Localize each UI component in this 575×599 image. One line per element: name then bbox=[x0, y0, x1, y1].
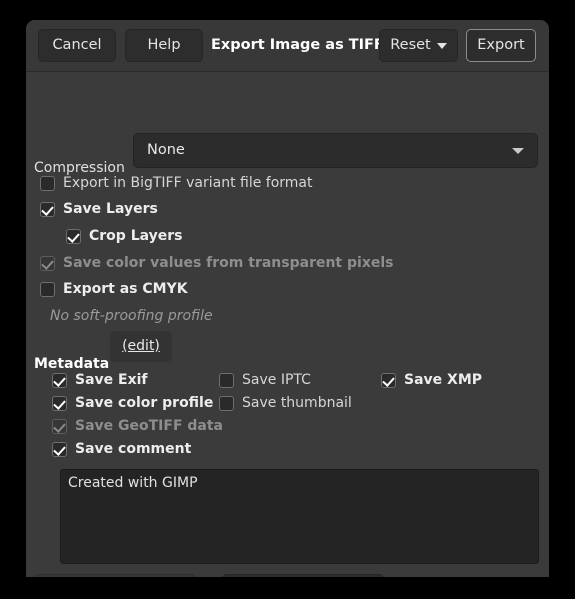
checkbox-label: Save Layers bbox=[63, 201, 158, 217]
export-image-dialog: Cancel Help Export Image as TIFF Reset E… bbox=[26, 20, 549, 577]
soft-proofing-hint: No soft-proofing profile bbox=[50, 308, 213, 324]
checkbox-box bbox=[40, 175, 55, 191]
checkbox-save-comment[interactable]: Save comment bbox=[52, 441, 191, 457]
checkbox-box bbox=[52, 372, 67, 388]
checkbox-label: Save color values from transparent pixel… bbox=[63, 255, 394, 271]
compression-select[interactable]: None bbox=[133, 133, 538, 168]
checkbox-box bbox=[219, 395, 234, 411]
checkbox-save-xmp[interactable]: Save XMP bbox=[381, 372, 482, 388]
checkbox-save-exif[interactable]: Save Exif bbox=[52, 372, 148, 388]
chevron-down-icon bbox=[436, 42, 447, 49]
metadata-edit-button[interactable]: (edit) bbox=[110, 331, 172, 362]
checkbox-label: Save color profile bbox=[75, 395, 214, 411]
checkbox-save-iptc[interactable]: Save IPTC bbox=[219, 372, 311, 388]
checkbox-label: Export in BigTIFF variant file format bbox=[63, 175, 313, 191]
comment-textarea[interactable]: Created with GIMP bbox=[60, 469, 539, 564]
reset-label: Reset bbox=[390, 37, 431, 53]
checkbox-label: Export as CMYK bbox=[63, 281, 188, 297]
checkbox-save-thumbnail[interactable]: Save thumbnail bbox=[219, 395, 352, 411]
comment-text: Created with GIMP bbox=[68, 475, 198, 491]
checkbox-export-bigtiff[interactable]: Export in BigTIFF variant file format bbox=[40, 175, 313, 191]
export-button[interactable]: Export bbox=[466, 29, 536, 62]
chevron-down-icon bbox=[512, 148, 524, 154]
checkbox-box bbox=[40, 255, 55, 271]
checkbox-box bbox=[40, 201, 55, 217]
dialog-header-bar: Cancel Help Export Image as TIFF Reset E… bbox=[26, 20, 549, 72]
checkbox-save-layers[interactable]: Save Layers bbox=[40, 201, 158, 217]
dialog-body: Compression None Export in BigTIFF varia… bbox=[26, 72, 549, 577]
checkbox-save-transparent-color-values: Save color values from transparent pixel… bbox=[40, 255, 393, 271]
checkbox-box bbox=[66, 228, 81, 244]
checkbox-label: Save XMP bbox=[404, 372, 483, 388]
checkbox-save-color-profile[interactable]: Save color profile bbox=[52, 395, 213, 411]
compression-value: None bbox=[147, 142, 185, 158]
save-settings-button[interactable]: Save Settings bbox=[222, 574, 384, 577]
cancel-button[interactable]: Cancel bbox=[38, 29, 116, 62]
load-saved-settings-button: Load Saved Settings bbox=[34, 574, 196, 577]
checkbox-label: Save GeoTIFF data bbox=[75, 418, 223, 434]
checkbox-save-geotiff-data: Save GeoTIFF data bbox=[52, 418, 223, 434]
checkbox-box bbox=[219, 372, 234, 388]
reset-dropdown-button[interactable]: Reset bbox=[379, 29, 458, 62]
checkbox-crop-layers[interactable]: Crop Layers bbox=[66, 228, 183, 244]
checkbox-label: Save Exif bbox=[75, 372, 148, 388]
help-button[interactable]: Help bbox=[125, 29, 203, 62]
checkbox-box bbox=[52, 395, 67, 411]
checkbox-box bbox=[381, 372, 396, 388]
checkbox-label: Save IPTC bbox=[242, 372, 311, 388]
dialog-title: Export Image as TIFF bbox=[211, 37, 384, 53]
checkbox-box bbox=[52, 441, 67, 457]
checkbox-label: Save comment bbox=[75, 441, 192, 457]
checkbox-label: Crop Layers bbox=[89, 228, 183, 244]
compression-label: Compression bbox=[34, 160, 125, 176]
checkbox-box bbox=[52, 418, 67, 434]
checkbox-export-as-cmyk[interactable]: Export as CMYK bbox=[40, 281, 188, 297]
checkbox-box bbox=[40, 281, 55, 297]
checkbox-label: Save thumbnail bbox=[242, 395, 352, 411]
metadata-edit-label: (edit) bbox=[122, 338, 160, 354]
metadata-label: Metadata bbox=[34, 356, 110, 372]
